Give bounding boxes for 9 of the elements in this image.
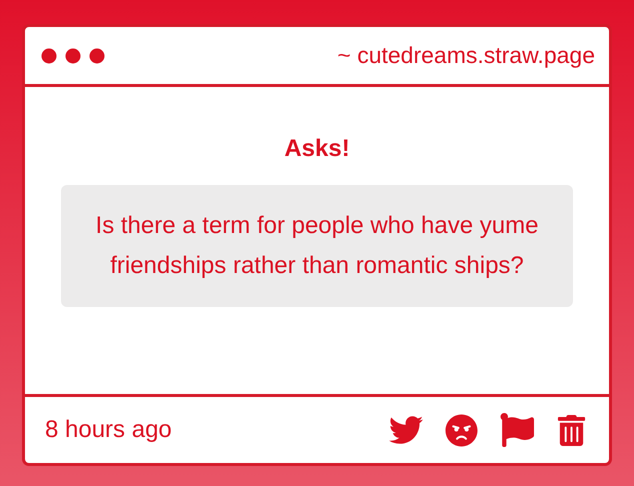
- flag-icon[interactable]: [500, 413, 534, 447]
- window-title: ~ cutedreams.straw.page: [337, 42, 595, 69]
- window-dots-icon: [41, 48, 105, 64]
- trash-icon[interactable]: [556, 414, 587, 446]
- bird-icon[interactable]: [389, 413, 423, 447]
- heading: Asks!: [284, 135, 350, 163]
- timestamp: 8 hours ago: [45, 416, 172, 444]
- question-text: Is there a term for people who have yume friendships rather than romantic ships?: [61, 185, 573, 307]
- angry-face-icon[interactable]: [445, 414, 478, 446]
